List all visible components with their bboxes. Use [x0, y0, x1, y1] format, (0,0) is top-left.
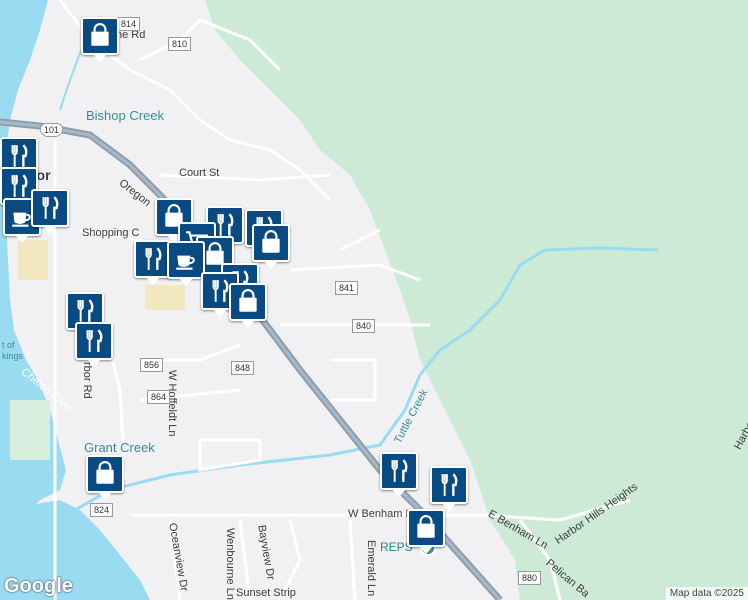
restaurant-icon	[81, 328, 107, 354]
route-814-shield: 814	[117, 17, 141, 31]
map-attribution[interactable]: Map data ©2025	[665, 587, 748, 600]
shopping-bag-icon	[92, 461, 118, 487]
restaurant-icon	[6, 173, 32, 199]
grant-creek-label: Grant Creek	[84, 440, 155, 455]
shopping-bag-icon	[413, 515, 439, 541]
route-840-shield: 840	[352, 319, 376, 333]
court-st-label: Court St	[179, 167, 220, 179]
restaurant-icon	[6, 143, 32, 169]
marker-shopping-1[interactable]	[81, 17, 119, 62]
shopping-center-label: Shopping C	[82, 227, 140, 239]
park-area-3	[18, 240, 48, 280]
emerald-ln-label: Emerald Ln	[365, 540, 377, 597]
park-area	[10, 400, 50, 460]
restaurant-icon	[37, 195, 63, 221]
restaurant-icon	[140, 246, 166, 272]
marker-shopping-7[interactable]	[407, 509, 445, 554]
marker-shopping-3[interactable]	[252, 224, 290, 269]
harbor-rd-label: rbor Rd	[81, 362, 93, 399]
bishop-creek-label: Bishop Creek	[86, 108, 165, 123]
wenbourne-ln-label: Wenbourne Ln	[224, 528, 236, 600]
marker-restaurant-11[interactable]	[380, 452, 418, 497]
route-841-shield: 841	[335, 281, 359, 295]
route-848-shield: 848	[231, 361, 255, 375]
route-810-shield: 810	[168, 37, 192, 51]
marker-restaurant-3[interactable]	[31, 189, 69, 234]
forest-area	[205, 0, 748, 600]
restaurant-icon	[436, 472, 462, 498]
marker-cafe-2[interactable]	[167, 241, 205, 286]
coffee-icon	[173, 247, 199, 273]
w-benham-label: W Benham L	[348, 508, 412, 520]
route-101-shield: 101	[40, 123, 64, 137]
route-856-shield: 856	[140, 358, 164, 372]
marker-restaurant-12[interactable]	[430, 466, 468, 511]
shopping-bag-icon	[87, 23, 113, 49]
route-880-shield: 880	[518, 571, 542, 585]
google-logo: Google	[4, 575, 73, 597]
shopping-bag-icon	[258, 230, 284, 256]
sunset-strip-label: Sunset Strip	[236, 587, 296, 599]
shopping-bag-icon	[235, 289, 261, 315]
restaurant-icon	[386, 458, 412, 484]
marker-restaurant-10[interactable]	[75, 322, 113, 367]
port-label-2: kings	[2, 351, 24, 361]
marker-shopping-5[interactable]	[229, 283, 267, 328]
port-label: t of	[2, 340, 15, 350]
route-824-shield: 824	[90, 503, 114, 517]
marker-shopping-6[interactable]	[86, 455, 124, 500]
route-864-shield: 864	[147, 390, 171, 404]
restaurant-icon	[72, 298, 98, 324]
park-area-2	[145, 285, 185, 310]
